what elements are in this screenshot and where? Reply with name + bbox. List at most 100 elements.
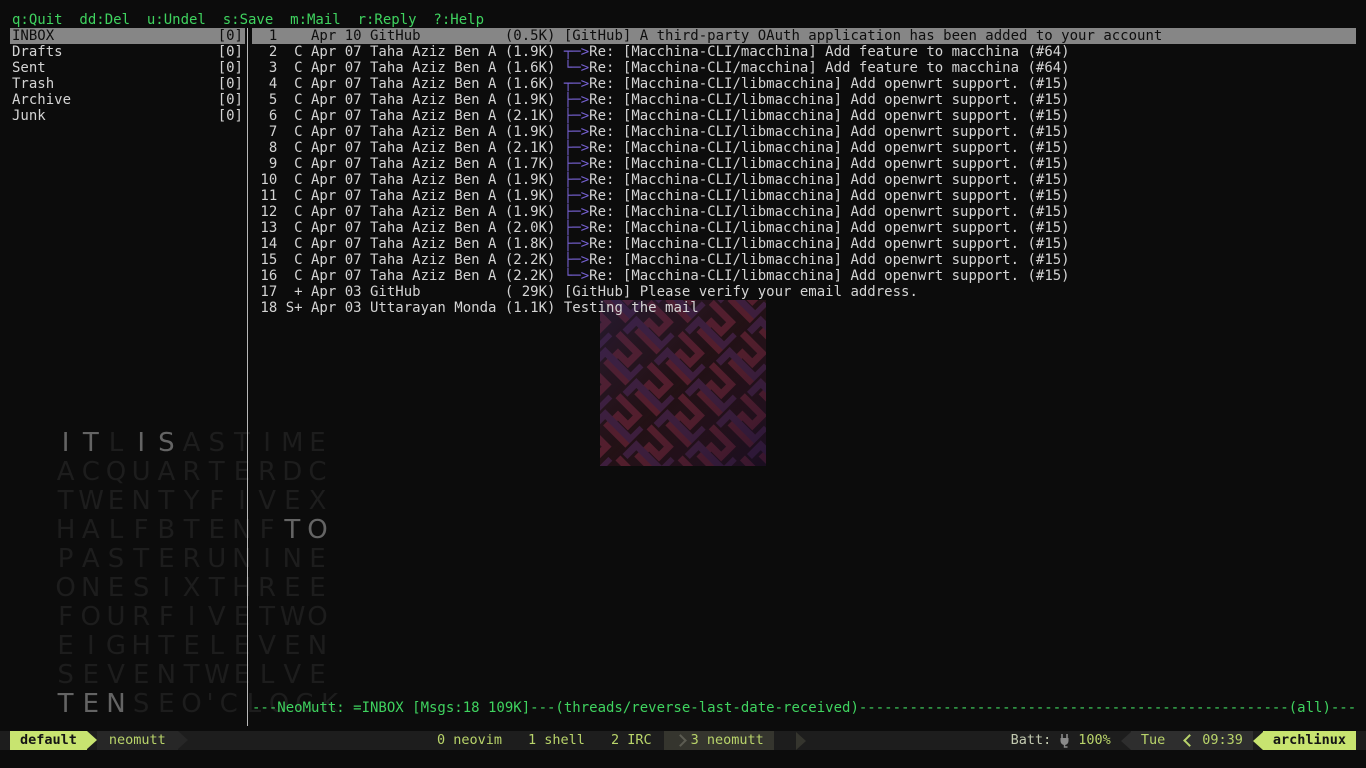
mail-row-1[interactable]: 1 Apr 10 GitHub (0.5K) [GitHub] A third-…: [252, 28, 1356, 44]
mail-row-16[interactable]: 16 C Apr 07 Taha Aziz Ben A (2.2K) └─>Re…: [252, 268, 1356, 284]
powerline-arrow-icon: [87, 731, 97, 749]
thread-tree-icon: ├─>: [564, 140, 589, 156]
time-value: 09:39: [1202, 731, 1243, 750]
mail-subject: Re: [Macchina-CLI/macchina] Add feature …: [589, 60, 1069, 76]
neomutt-status-line: ---NeoMutt: =INBOX [Msgs:18 109K]---(thr…: [252, 700, 1356, 716]
mail-row-meta: 6 C Apr 07 Taha Aziz Ben A (2.1K): [252, 108, 564, 124]
tmux-session-name[interactable]: default: [10, 731, 87, 750]
mail-subject: Re: [Macchina-CLI/macchina] Add feature …: [589, 44, 1069, 60]
mail-row-meta: 8 C Apr 07 Taha Aziz Ben A (2.1K): [252, 140, 564, 156]
mailbox-name: Sent: [12, 60, 46, 76]
thread-tree-icon: ┬─>: [564, 76, 589, 92]
sidebar-mailbox-drafts[interactable]: Drafts [0]: [10, 44, 245, 60]
tmux-window-list: 0 neovim 1 shell 2 IRC 3 neomutt: [437, 731, 796, 750]
mail-subject: Re: [Macchina-CLI/libmacchina] Add openw…: [589, 124, 1069, 140]
mail-row-4[interactable]: 4 C Apr 07 Taha Aziz Ben A (1.6K) ┬─>Re:…: [252, 76, 1356, 92]
powerline-arrow-icon: [1121, 732, 1131, 750]
mail-row-meta: 10 C Apr 07 Taha Aziz Ben A (1.9K): [252, 172, 564, 188]
mail-row-12[interactable]: 12 C Apr 07 Taha Aziz Ben A (1.9K) ├─>Re…: [252, 204, 1356, 220]
mail-row-10[interactable]: 10 C Apr 07 Taha Aziz Ben A (1.9K) ├─>Re…: [252, 172, 1356, 188]
mail-row-meta: 16 C Apr 07 Taha Aziz Ben A (2.2K): [252, 268, 564, 284]
mail-row-meta: 17 + Apr 03 GitHub ( 29K): [252, 284, 564, 300]
thread-tree-icon: ┬─>: [564, 44, 589, 60]
mail-row-meta: 1 Apr 10 GitHub (0.5K): [252, 28, 564, 44]
thread-tree-icon: ├─>: [564, 188, 589, 204]
thread-tree-icon: ├─>: [564, 252, 589, 268]
sidebar-mailbox-inbox[interactable]: INBOX [0]: [10, 28, 245, 44]
mail-subject: Re: [Macchina-CLI/libmacchina] Add openw…: [589, 156, 1069, 172]
mail-row-3[interactable]: 3 C Apr 07 Taha Aziz Ben A (1.6K) └─>Re:…: [252, 60, 1356, 76]
mail-subject: Re: [Macchina-CLI/libmacchina] Add openw…: [589, 268, 1069, 284]
mail-row-9[interactable]: 9 C Apr 07 Taha Aziz Ben A (1.7K) ├─>Re:…: [252, 156, 1356, 172]
mail-row-6[interactable]: 6 C Apr 07 Taha Aziz Ben A (2.1K) ├─>Re:…: [252, 108, 1356, 124]
mailbox-count: [0]: [218, 44, 243, 60]
mail-subject: Re: [Macchina-CLI/libmacchina] Add openw…: [589, 108, 1069, 124]
thread-tree-icon: ├─>: [564, 108, 589, 124]
mailbox-count: [0]: [218, 108, 243, 124]
tmux-right-section: Batt: 100% Tue 09:39 archlinux: [1011, 731, 1366, 750]
sidebar-separator: [247, 28, 248, 726]
mail-row-18[interactable]: 18 S+ Apr 03 Uttarayan Monda (1.1K) Test…: [252, 300, 1356, 316]
thread-tree-icon: ├─>: [564, 156, 589, 172]
tmux-status-bar: default neomutt 0 neovim 1 shell 2 IRC 3 ne…: [0, 731, 1366, 750]
mail-subject: [GitHub] Please verify your email addres…: [564, 284, 918, 300]
tmux-left-section: default neomutt: [10, 731, 188, 750]
mail-subject: Re: [Macchina-CLI/libmacchina] Add openw…: [589, 252, 1069, 268]
thread-tree-icon: ├─>: [564, 220, 589, 236]
powerline-arrow-icon: [1253, 732, 1263, 750]
mailbox-name: Drafts: [12, 44, 63, 60]
mailbox-name: Trash: [12, 76, 54, 92]
mail-row-meta: 14 C Apr 07 Taha Aziz Ben A (1.8K): [252, 236, 564, 252]
mail-row-14[interactable]: 14 C Apr 07 Taha Aziz Ben A (1.8K) ├─>Re…: [252, 236, 1356, 252]
mail-row-meta: 11 C Apr 07 Taha Aziz Ben A (1.9K): [252, 188, 564, 204]
mail-row-8[interactable]: 8 C Apr 07 Taha Aziz Ben A (2.1K) ├─>Re:…: [252, 140, 1356, 156]
desktop-screen: ITLISASTIMEACQUARTERDCTWENTYFIVEXHALFBTE…: [0, 0, 1366, 768]
mail-row-2[interactable]: 2 C Apr 07 Taha Aziz Ben A (1.9K) ┬─>Re:…: [252, 44, 1356, 60]
mailbox-count: [0]: [218, 76, 243, 92]
thread-tree-icon: └─>: [564, 60, 589, 76]
neomutt-terminal: q:Quit dd:Del u:Undel s:Save m:Mail r:Re…: [10, 10, 1356, 718]
sidebar-mailbox-trash[interactable]: Trash [0]: [10, 76, 245, 92]
thread-tree-icon: ├─>: [564, 204, 589, 220]
tmux-window-label: 3 neomutt: [691, 731, 764, 750]
powerline-arrow-icon: [796, 732, 806, 750]
mail-subject: Re: [Macchina-CLI/libmacchina] Add openw…: [589, 188, 1069, 204]
mailbox-count: [0]: [218, 92, 243, 108]
mail-row-7[interactable]: 7 C Apr 07 Taha Aziz Ben A (1.9K) ├─>Re:…: [252, 124, 1356, 140]
sidebar-mailbox-archive[interactable]: Archive [0]: [10, 92, 245, 108]
mail-row-11[interactable]: 11 C Apr 07 Taha Aziz Ben A (1.9K) ├─>Re…: [252, 188, 1356, 204]
mail-subject: Re: [Macchina-CLI/libmacchina] Add openw…: [589, 204, 1069, 220]
thread-tree-icon: ├─>: [564, 236, 589, 252]
mail-row-meta: 9 C Apr 07 Taha Aziz Ben A (1.7K): [252, 156, 564, 172]
thread-tree-icon: └─>: [564, 268, 589, 284]
mail-subject: Re: [Macchina-CLI/libmacchina] Add openw…: [589, 220, 1069, 236]
mail-subject: Re: [Macchina-CLI/libmacchina] Add openw…: [589, 76, 1069, 92]
mail-subject: Re: [Macchina-CLI/libmacchina] Add openw…: [589, 140, 1069, 156]
mail-row-meta: 3 C Apr 07 Taha Aziz Ben A (1.6K): [252, 60, 564, 76]
mail-subject: Re: [Macchina-CLI/libmacchina] Add openw…: [589, 92, 1069, 108]
tmux-window-2[interactable]: 2 IRC: [611, 731, 652, 750]
tmux-window-1[interactable]: 1 shell: [528, 731, 585, 750]
mailbox-count: [0]: [218, 60, 243, 76]
tmux-window-active[interactable]: 3 neomutt: [664, 731, 774, 750]
battery-percentage: 100%: [1078, 731, 1111, 750]
mail-row-15[interactable]: 15 C Apr 07 Taha Aziz Ben A (2.2K) ├─>Re…: [252, 252, 1356, 268]
mail-row-5[interactable]: 5 C Apr 07 Taha Aziz Ben A (1.9K) ├─>Re:…: [252, 92, 1356, 108]
sidebar-mailbox-junk[interactable]: Junk[0]: [10, 108, 245, 124]
sidebar-mailbox-sent[interactable]: Sent [0]: [10, 60, 245, 76]
mail-row-meta: 15 C Apr 07 Taha Aziz Ben A (2.2K): [252, 252, 564, 268]
battery-label: Batt:: [1011, 731, 1052, 750]
tmux-window-0[interactable]: 0 neovim: [437, 731, 502, 750]
mail-row-meta: 12 C Apr 07 Taha Aziz Ben A (1.9K): [252, 204, 564, 220]
mailbox-name: INBOX: [12, 28, 54, 44]
chevron-left-icon: [1183, 734, 1196, 747]
mail-row-meta: 7 C Apr 07 Taha Aziz Ben A (1.9K): [252, 124, 564, 140]
thread-tree-icon: ├─>: [564, 124, 589, 140]
mail-row-17[interactable]: 17 + Apr 03 GitHub ( 29K) [GitHub] Pleas…: [252, 284, 1356, 300]
mailbox-name: Archive: [12, 92, 71, 108]
power-plug-icon: [1059, 734, 1070, 748]
mail-subject: Re: [Macchina-CLI/libmacchina] Add openw…: [589, 236, 1069, 252]
mail-row-13[interactable]: 13 C Apr 07 Taha Aziz Ben A (2.0K) ├─>Re…: [252, 220, 1356, 236]
clock-day: Tue: [1131, 731, 1175, 750]
mailbox-count: [0]: [218, 28, 243, 44]
